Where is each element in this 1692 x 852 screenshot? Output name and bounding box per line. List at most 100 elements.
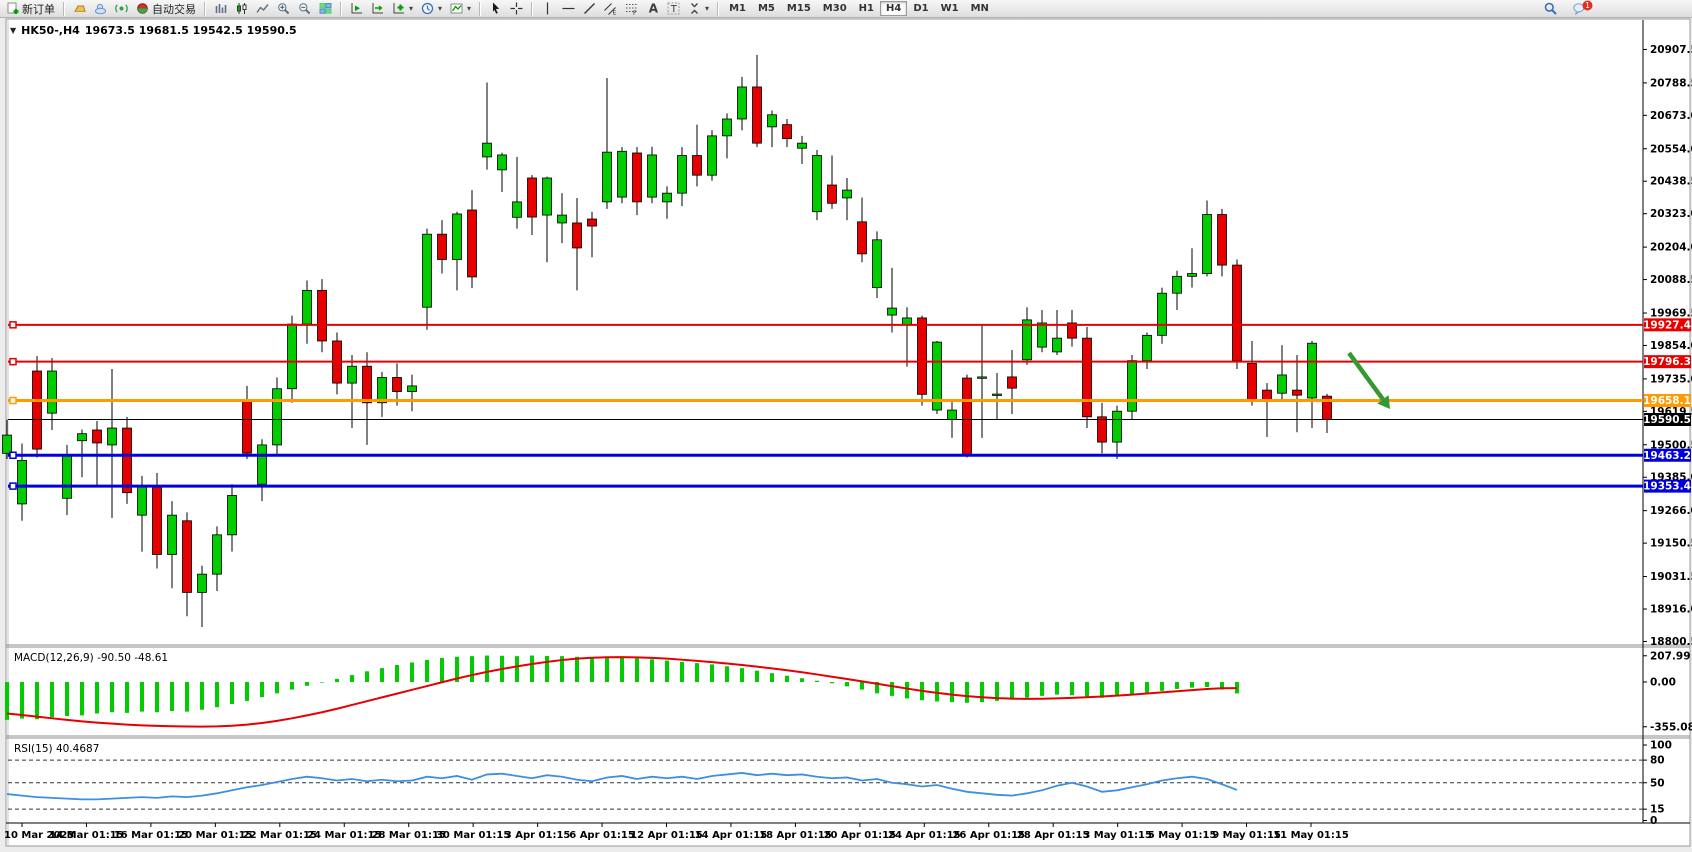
candle-body bbox=[993, 394, 1002, 395]
level-anchor[interactable] bbox=[10, 483, 16, 489]
candle-body bbox=[513, 202, 522, 217]
zoom-out-button[interactable] bbox=[294, 1, 315, 16]
timeframe-m1-button[interactable]: M1 bbox=[723, 1, 752, 16]
candle-body bbox=[318, 290, 327, 341]
period-button[interactable]: ▾ bbox=[417, 1, 446, 16]
line-chart-button[interactable] bbox=[252, 1, 273, 16]
candle-body bbox=[468, 210, 477, 277]
time-axis-label: 28 Apr 01:15 bbox=[1017, 830, 1090, 841]
candle-body bbox=[438, 234, 447, 259]
timeframe-h4-button[interactable]: H4 bbox=[880, 1, 907, 16]
time-axis-label: 24 Apr 01:15 bbox=[888, 830, 961, 841]
tile-windows-button[interactable] bbox=[315, 1, 336, 16]
profile-button[interactable] bbox=[90, 1, 111, 16]
text-tool[interactable]: A bbox=[642, 1, 663, 16]
new-order-button[interactable]: 新订单 bbox=[2, 1, 59, 16]
candle-body bbox=[1188, 274, 1197, 277]
vertical-line-tool[interactable] bbox=[537, 1, 558, 16]
chart-canvas[interactable]: 20907.520788.520673.020554.020438.520323… bbox=[0, 0, 1692, 852]
template-icon bbox=[450, 2, 463, 15]
candle-body bbox=[48, 371, 57, 413]
new-chart-button[interactable]: ▾ bbox=[388, 1, 417, 16]
auto-trading-button[interactable]: 自动交易 bbox=[132, 1, 200, 16]
candle-body bbox=[1023, 320, 1032, 360]
candle-body bbox=[243, 400, 252, 453]
candle-body bbox=[108, 428, 117, 445]
zoom_in-icon bbox=[277, 2, 290, 15]
auto-scroll-button[interactable] bbox=[346, 1, 367, 16]
trendline-tool[interactable] bbox=[579, 1, 600, 16]
horizontal-line-tool[interactable] bbox=[558, 1, 579, 16]
market-watch-button[interactable] bbox=[69, 1, 90, 16]
chevron-down-icon[interactable]: ▼ bbox=[10, 26, 16, 35]
candle-body bbox=[288, 324, 297, 389]
toolbar-separator bbox=[63, 2, 65, 16]
auto-trading-button-label: 自动交易 bbox=[152, 1, 196, 17]
candle-body bbox=[213, 535, 222, 574]
search-button[interactable] bbox=[1540, 1, 1561, 16]
cursor-icon bbox=[489, 2, 502, 15]
time-axis-label: 26 Apr 01:15 bbox=[952, 830, 1025, 841]
timeframe-mn-button[interactable]: MN bbox=[965, 1, 995, 16]
ohlc-values: 19673.5 19681.5 19542.5 19590.5 bbox=[85, 24, 297, 37]
arrows-tool[interactable]: ▾ bbox=[684, 1, 713, 16]
chevron-down-icon: ▾ bbox=[409, 4, 413, 13]
crosshair-tool-button[interactable] bbox=[506, 1, 527, 16]
bar-chart-button[interactable] bbox=[210, 1, 231, 16]
svg-text:20323.0: 20323.0 bbox=[1650, 208, 1692, 220]
timeframe-d1-button[interactable]: D1 bbox=[907, 1, 934, 16]
candle-body bbox=[828, 185, 837, 203]
timeframe-w1-button[interactable]: W1 bbox=[935, 1, 965, 16]
svg-text:19353.4: 19353.4 bbox=[1643, 481, 1691, 493]
timeframe-h1-button[interactable]: H1 bbox=[853, 1, 880, 16]
toolbar-separator bbox=[340, 2, 342, 16]
level-anchor[interactable] bbox=[10, 322, 16, 328]
chat-button[interactable]: 1 bbox=[1569, 1, 1590, 16]
level-anchor[interactable] bbox=[10, 452, 16, 458]
fibonacci-tool[interactable]: F bbox=[621, 1, 642, 16]
candle-body bbox=[18, 460, 27, 504]
zoom-in-button[interactable] bbox=[273, 1, 294, 16]
time-axis-label: 30 Mar 01:15 bbox=[436, 830, 510, 841]
svg-text:20438.5: 20438.5 bbox=[1650, 176, 1692, 188]
candle-body bbox=[543, 178, 552, 215]
candle-body bbox=[618, 151, 627, 197]
timeframe-m15-button[interactable]: M15 bbox=[781, 1, 817, 16]
time-axis-label: 14 Apr 01:15 bbox=[695, 830, 768, 841]
candle-body bbox=[588, 219, 597, 226]
timeframe-m30-button[interactable]: M30 bbox=[817, 1, 853, 16]
svg-text:A: A bbox=[649, 2, 659, 15]
chart-shift-button[interactable] bbox=[367, 1, 388, 16]
svg-text:50: 50 bbox=[1650, 777, 1665, 789]
svg-text:E: E bbox=[613, 10, 617, 16]
level-anchor[interactable] bbox=[10, 359, 16, 365]
svg-text:19927.4: 19927.4 bbox=[1643, 319, 1691, 331]
template-button[interactable]: ▾ bbox=[446, 1, 475, 16]
candle-body bbox=[408, 386, 417, 392]
gold-icon bbox=[73, 2, 86, 15]
candle-body bbox=[723, 119, 732, 136]
level-anchor[interactable] bbox=[10, 397, 16, 403]
candle-body bbox=[273, 389, 282, 445]
time-axis-label: 16 Mar 01:15 bbox=[114, 830, 188, 841]
label-tool[interactable]: T bbox=[663, 1, 684, 16]
candle-body bbox=[1293, 390, 1302, 395]
tiles-icon bbox=[319, 2, 332, 15]
svg-text:19796.3: 19796.3 bbox=[1643, 356, 1691, 368]
channel-tool[interactable]: E bbox=[600, 1, 621, 16]
time-axis-label: 20 Apr 01:15 bbox=[824, 830, 897, 841]
notification-badge: 1 bbox=[1582, 0, 1593, 11]
candle-body bbox=[93, 430, 102, 443]
candle-body bbox=[453, 214, 462, 260]
cursor-tool-button[interactable] bbox=[485, 1, 506, 16]
candle-body bbox=[138, 487, 147, 515]
time-axis-label: 11 May 01:15 bbox=[1273, 830, 1349, 841]
candle-body bbox=[78, 434, 87, 441]
top-toolbar: 新订单自动交易▾▾▾EFAT▾M1M5M15M30H1H4D1W1MN1 bbox=[0, 0, 1692, 18]
chevron-down-icon: ▾ bbox=[467, 4, 471, 13]
time-axis-label: 28 Mar 01:15 bbox=[372, 830, 446, 841]
candlestick-chart-button[interactable] bbox=[231, 1, 252, 16]
timeframe-m5-button[interactable]: M5 bbox=[752, 1, 781, 16]
candle-body bbox=[1278, 375, 1287, 393]
signals-button[interactable] bbox=[111, 1, 132, 16]
